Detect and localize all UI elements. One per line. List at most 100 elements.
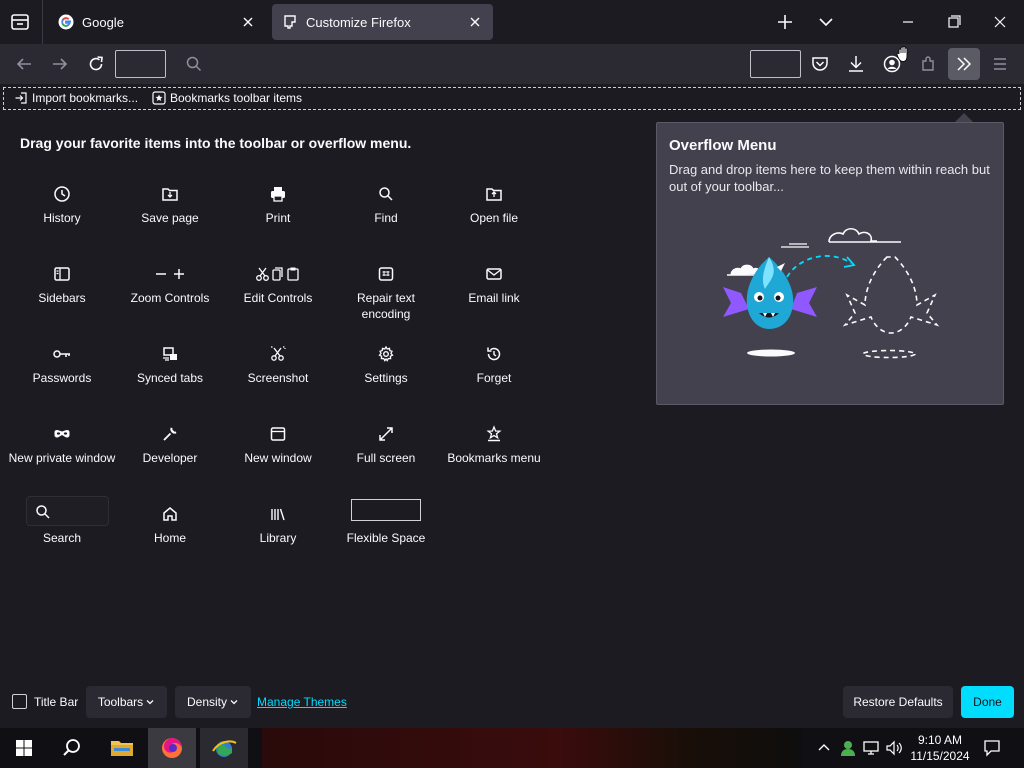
done-label: Done [973,695,1002,709]
tab-strip: Google Customize Firefox [0,0,1024,44]
import-bookmarks-item[interactable]: Import bookmarks... [14,91,138,105]
taskbar-search-button[interactable] [48,728,96,768]
screenshot-icon [271,346,286,361]
palette-item-new-window[interactable]: New window [224,420,332,466]
taskbar-app[interactable] [200,728,248,768]
toolbars-dropdown[interactable]: Toolbars [86,686,167,718]
start-button[interactable] [0,728,48,768]
palette-item-synced-tabs[interactable]: Synced tabs [116,340,224,386]
firefox-view-button[interactable] [8,10,32,34]
palette-item-forget[interactable]: Forget [440,340,548,386]
palette-item-history[interactable]: History [8,180,116,226]
palette-item-label: Settings [364,371,408,385]
palette-item-library[interactable]: Library [224,500,332,546]
palette-item-label: Zoom Controls [130,291,210,305]
palette-heading: Drag your favorite items into the toolba… [20,135,412,151]
flexible-space-preview [351,499,421,521]
system-clock[interactable]: 9:10 AM 11/15/2024 [905,732,975,764]
puzzle-icon [284,15,296,29]
palette-item-screenshot[interactable]: Screenshot [224,340,332,386]
palette-item-email-link[interactable]: Email link [440,260,548,306]
hamburger-menu-icon[interactable] [989,53,1011,75]
palette-item-label: Print [265,211,291,225]
palette-item-label: Email link [468,291,520,305]
network-icon[interactable] [861,738,881,758]
palette-item-new-private-window[interactable]: New private window [8,420,116,466]
bookmark-star-icon [152,91,166,105]
taskbar-firefox[interactable] [148,728,196,768]
palette-item-save-page[interactable]: Save page [116,180,224,226]
clock-icon [54,186,70,202]
home-icon [163,507,177,521]
done-button[interactable]: Done [961,686,1014,718]
customize-footer: Title Bar Toolbars Density Manage Themes… [0,680,1024,726]
manage-themes-link[interactable]: Manage Themes [257,695,347,709]
tab-separator [42,0,43,44]
overflow-menu-button[interactable] [948,48,980,80]
palette-item-print[interactable]: Print [224,180,332,226]
palette-item-zoom-controls[interactable]: Zoom Controls [116,260,224,306]
save-page-icon [162,188,178,201]
search-icon[interactable] [183,53,205,75]
tab-google[interactable]: Google [48,4,266,40]
search-bar-placeholder[interactable] [750,50,801,78]
mask-icon [54,430,70,438]
new-tab-icon[interactable] [774,11,796,33]
palette-item-search[interactable]: Search [8,530,116,546]
title-bar-checkbox[interactable] [12,694,27,709]
overflow-menu-panel[interactable]: Overflow Menu Drag and drop items here t… [656,122,1004,405]
palette-item-bookmarks-menu[interactable]: Bookmarks menu [440,420,548,466]
palette-item-home[interactable]: Home [116,500,224,546]
forget-icon [487,347,501,361]
palette-item-sidebars[interactable]: Sidebars [8,260,116,306]
overflow-panel-arrow [955,113,973,122]
printer-icon [271,187,285,202]
palette-item-full-screen[interactable]: Full screen [332,420,440,466]
volume-icon[interactable] [884,738,904,758]
zoom-icon [156,269,184,279]
user-status-icon[interactable] [838,738,858,758]
reload-icon[interactable] [85,53,107,75]
palette-item-label: New private window [8,451,116,465]
tab-customize-firefox[interactable]: Customize Firefox [272,4,493,40]
density-dropdown[interactable]: Density [175,686,251,718]
windows-logo-icon [16,740,32,756]
list-all-tabs-icon[interactable] [815,11,837,33]
taskbar-file-explorer[interactable] [98,728,146,768]
text-encoding-icon [378,267,394,281]
close-window-icon[interactable] [988,11,1012,33]
google-g-icon [58,14,74,30]
restore-defaults-button[interactable]: Restore Defaults [843,686,953,718]
minimize-icon[interactable] [896,11,920,33]
pocket-icon[interactable] [809,53,831,75]
synced-tabs-icon [163,347,177,361]
forward-arrow-icon[interactable] [49,53,71,75]
close-tab-icon[interactable] [467,14,483,30]
palette-item-repair-text-encoding[interactable]: Repair text encoding [332,260,440,322]
palette-item-settings[interactable]: Settings [332,340,440,386]
palette-item-developer[interactable]: Developer [116,420,224,466]
close-tab-icon[interactable] [240,14,256,30]
download-icon[interactable] [845,53,867,75]
back-arrow-icon[interactable] [13,53,35,75]
sidebar-icon [54,267,70,281]
palette-item-find[interactable]: Find [332,180,440,226]
extensions-icon[interactable] [918,53,940,75]
bookmarks-toolbar-items[interactable]: Bookmarks toolbar items [152,91,302,105]
palette-item-label: Developer [142,451,198,465]
palette-item-label: Sidebars [38,291,86,305]
restore-window-icon[interactable] [942,11,966,33]
url-bar-placeholder[interactable] [115,50,166,78]
palette-item-passwords[interactable]: Passwords [8,340,116,386]
restore-defaults-label: Restore Defaults [853,695,943,709]
overflow-menu-title: Overflow Menu [669,137,777,154]
palette-item-edit-controls[interactable]: Edit Controls [224,260,332,306]
palette-item-open-file[interactable]: Open file [440,180,548,226]
folder-icon [111,741,133,756]
notifications-icon[interactable] [982,738,1002,758]
palette-item-flexible-space[interactable]: Flexible Space [332,530,440,546]
fullscreen-icon [379,427,393,441]
chevron-down-icon [146,700,154,705]
wrench-icon [163,427,177,441]
show-hidden-icons-icon[interactable] [814,738,834,758]
